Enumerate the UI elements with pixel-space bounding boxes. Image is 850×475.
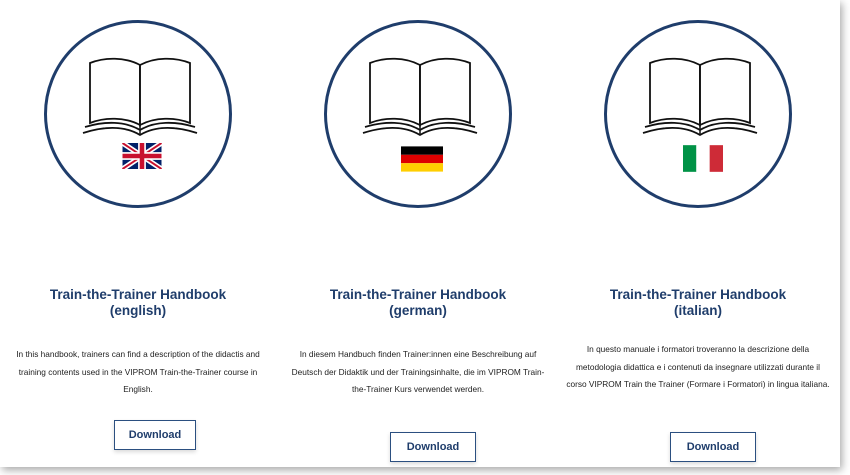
card-title: Train-the-Trainer Handbook (italian) xyxy=(560,287,836,319)
page-frame: Train-the-Trainer Handbook (english) In … xyxy=(0,0,840,467)
card-title-line2: (german) xyxy=(389,303,447,318)
germany-flag-icon xyxy=(401,146,443,172)
handbook-circle xyxy=(44,20,232,208)
open-book-icon xyxy=(82,57,198,137)
handbook-circle xyxy=(324,20,512,208)
download-button[interactable]: Download xyxy=(390,432,476,462)
card-title: Train-the-Trainer Handbook (german) xyxy=(280,287,556,319)
download-button[interactable]: Download xyxy=(670,432,756,462)
download-button[interactable]: Download xyxy=(114,420,196,450)
card-description: In diesem Handbuch finden Trainer:innen … xyxy=(291,349,545,394)
card-title-line1: Train-the-Trainer Handbook xyxy=(329,287,507,302)
card-title: Train-the-Trainer Handbook (english) xyxy=(0,287,276,319)
card-title-line2: (italian) xyxy=(673,303,722,318)
card-title-line1: Train-the-Trainer Handbook xyxy=(49,287,227,302)
open-book-icon xyxy=(642,57,758,137)
handbook-card-english: Train-the-Trainer Handbook (english) In … xyxy=(0,0,270,467)
card-description: In this handbook, trainers can find a de… xyxy=(16,349,260,394)
uk-flag-icon xyxy=(122,143,162,169)
card-description: In questo manuale i formatori troveranno… xyxy=(566,344,830,389)
card-title-line1: Train-the-Trainer Handbook xyxy=(609,287,787,302)
handbook-circle xyxy=(604,20,792,208)
handbook-card-italian: Train-the-Trainer Handbook (italian) In … xyxy=(560,0,830,467)
card-title-line2: (english) xyxy=(109,303,167,318)
italy-flag-icon xyxy=(683,145,723,172)
handbook-card-german: Train-the-Trainer Handbook (german) In d… xyxy=(280,0,550,467)
open-book-icon xyxy=(362,57,478,137)
